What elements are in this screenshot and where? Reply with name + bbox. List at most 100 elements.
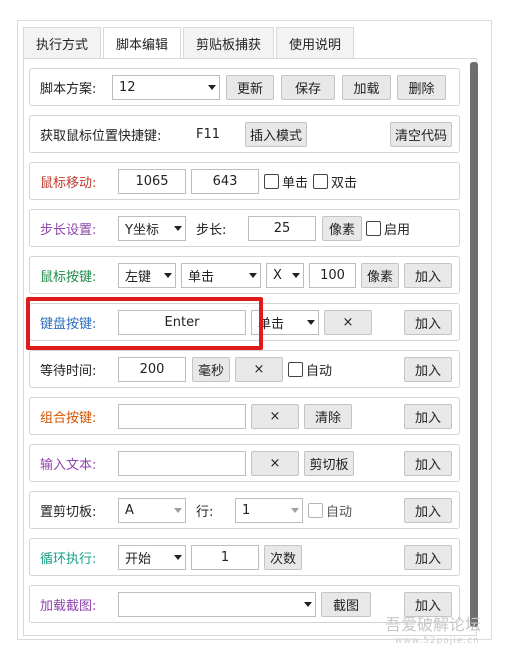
clear-wait-button[interactable]: × xyxy=(235,357,283,382)
keyboard-key-row: 键盘按键: Enter 单击 × 加入 xyxy=(29,303,460,341)
mouse-x-input[interactable]: 1065 xyxy=(118,169,186,194)
loop-mode-value: 开始 xyxy=(125,552,152,567)
capture-button[interactable]: 截图 xyxy=(321,592,371,617)
checkbox-label: 双击 xyxy=(331,176,358,191)
step-setting-label: 步长设置: xyxy=(40,223,97,238)
insert-mode-button[interactable]: 插入模式 xyxy=(245,122,307,147)
clipboard-source-value: A xyxy=(125,503,134,518)
combo-key-input[interactable] xyxy=(118,404,246,429)
input-text-field[interactable] xyxy=(118,451,246,476)
update-button[interactable]: 更新 xyxy=(226,75,274,100)
tab-clipboard-capture[interactable]: 剪贴板捕获 xyxy=(183,27,275,59)
loop-count-input[interactable]: 1 xyxy=(191,545,259,570)
checkbox-label: 单击 xyxy=(282,176,309,191)
double-click-checkbox[interactable]: 双击 xyxy=(313,169,357,194)
count-unit-button[interactable]: 次数 xyxy=(264,545,302,570)
clear-combo-x-button[interactable]: × xyxy=(251,404,299,429)
add-wait-button[interactable]: 加入 xyxy=(404,357,452,382)
keyboard-key-input[interactable]: Enter xyxy=(118,310,246,335)
axis-select[interactable]: Y坐标 xyxy=(118,216,186,241)
checkbox-box xyxy=(288,362,303,377)
scrollbar-thumb[interactable] xyxy=(470,62,478,627)
tab-execution-mode[interactable]: 执行方式 xyxy=(23,27,102,59)
add-text-button[interactable]: 加入 xyxy=(404,451,452,476)
chevron-down-icon xyxy=(208,85,216,90)
save-button[interactable]: 保存 xyxy=(281,75,335,100)
enable-checkbox[interactable]: 启用 xyxy=(366,216,410,241)
line-select[interactable]: 1 xyxy=(235,498,303,523)
checkbox-box xyxy=(308,503,323,518)
load-screenshot-label: 加载截图: xyxy=(40,599,97,614)
add-clipboard-button[interactable]: 加入 xyxy=(404,498,452,523)
single-click-checkbox[interactable]: 单击 xyxy=(264,169,308,194)
mouse-button-select[interactable]: 左键 xyxy=(118,263,176,288)
line-label: 行: xyxy=(196,505,214,520)
checkbox-label: 启用 xyxy=(384,223,411,238)
hotkey-value: F11 xyxy=(196,127,221,142)
checkbox-label: 自动 xyxy=(306,364,333,379)
chevron-down-icon xyxy=(174,555,182,560)
chevron-down-icon xyxy=(292,273,300,278)
vertical-scrollbar[interactable] xyxy=(470,62,478,627)
mouse-move-row: 鼠标移动: 1065 643 单击 双击 xyxy=(29,162,460,200)
set-clipboard-row: 置剪切板: A 行: 1 自动 加入 xyxy=(29,491,460,529)
clear-code-button[interactable]: 清空代码 xyxy=(390,122,452,147)
chevron-down-icon xyxy=(174,508,182,513)
click-type-select[interactable]: 单击 xyxy=(181,263,261,288)
line-value: 1 xyxy=(242,503,251,518)
watermark-url: www.52pojie.cn xyxy=(395,636,480,646)
mouse-button-value: 左键 xyxy=(125,270,152,285)
mouse-y-input[interactable]: 643 xyxy=(191,169,259,194)
keyboard-key-label: 键盘按键: xyxy=(40,317,97,332)
pixel-unit-button[interactable]: 像素 xyxy=(322,216,362,241)
add-combo-button[interactable]: 加入 xyxy=(404,404,452,429)
wait-time-input[interactable]: 200 xyxy=(118,357,186,382)
step-input[interactable]: 25 xyxy=(248,216,316,241)
mouse-hotkey-row: 获取鼠标位置快捷键: F11 插入模式 清空代码 xyxy=(29,115,460,153)
input-text-row: 输入文本: × 剪切板 加入 xyxy=(29,444,460,482)
offset-axis-select[interactable]: X xyxy=(266,263,304,288)
loop-label: 循环执行: xyxy=(40,552,97,567)
step-setting-row: 步长设置: Y坐标 步长: 25 像素 启用 xyxy=(29,209,460,247)
pixel-unit-button[interactable]: 像素 xyxy=(361,263,399,288)
offset-axis-value: X xyxy=(273,268,282,283)
add-mouse-button[interactable]: 加入 xyxy=(404,263,452,288)
tab-script-edit[interactable]: 脚本编辑 xyxy=(103,27,182,59)
clear-text-button[interactable]: × xyxy=(251,451,299,476)
add-loop-button[interactable]: 加入 xyxy=(404,545,452,570)
mouse-move-label: 鼠标移动: xyxy=(40,176,97,191)
chevron-down-icon xyxy=(174,226,182,231)
mouse-hotkey-label: 获取鼠标位置快捷键: xyxy=(40,129,162,144)
tab-usage-guide[interactable]: 使用说明 xyxy=(276,27,355,59)
checkbox-box xyxy=(366,221,381,236)
clipboard-source-select[interactable]: A xyxy=(118,498,186,523)
set-clipboard-label: 置剪切板: xyxy=(40,505,97,520)
offset-value-input[interactable]: 100 xyxy=(309,263,356,288)
key-click-select[interactable]: 单击 xyxy=(251,310,319,335)
watermark-text: 吾爱破解论坛 xyxy=(385,615,482,634)
mouse-button-label: 鼠标按键: xyxy=(40,270,97,285)
chevron-down-icon xyxy=(291,508,299,513)
clear-combo-button[interactable]: 清除 xyxy=(304,404,352,429)
combo-key-row: 组合按键: × 清除 加入 xyxy=(29,397,460,435)
auto-clipboard-checkbox[interactable]: 自动 xyxy=(308,498,352,523)
script-plan-label: 脚本方案: xyxy=(40,82,97,97)
loop-mode-select[interactable]: 开始 xyxy=(118,545,186,570)
tab-bar: 执行方式 脚本编辑 剪贴板捕获 使用说明 xyxy=(23,27,356,59)
script-plan-select[interactable]: 12 xyxy=(112,75,220,100)
click-type-value: 单击 xyxy=(188,270,215,285)
delete-button[interactable]: 删除 xyxy=(397,75,446,100)
load-button[interactable]: 加载 xyxy=(342,75,391,100)
wait-time-label: 等待时间: xyxy=(40,364,97,379)
millisecond-unit-button[interactable]: 毫秒 xyxy=(192,357,230,382)
key-click-value: 单击 xyxy=(258,317,285,332)
wait-time-row: 等待时间: 200 毫秒 × 自动 加入 xyxy=(29,350,460,388)
clipboard-button[interactable]: 剪切板 xyxy=(304,451,354,476)
add-key-button[interactable]: 加入 xyxy=(404,310,452,335)
step-label: 步长: xyxy=(196,223,227,238)
screenshot-select[interactable] xyxy=(118,592,316,617)
clear-key-button[interactable]: × xyxy=(324,310,372,335)
checkbox-box xyxy=(313,174,328,189)
script-plan-value: 12 xyxy=(119,80,136,95)
auto-wait-checkbox[interactable]: 自动 xyxy=(288,357,332,382)
